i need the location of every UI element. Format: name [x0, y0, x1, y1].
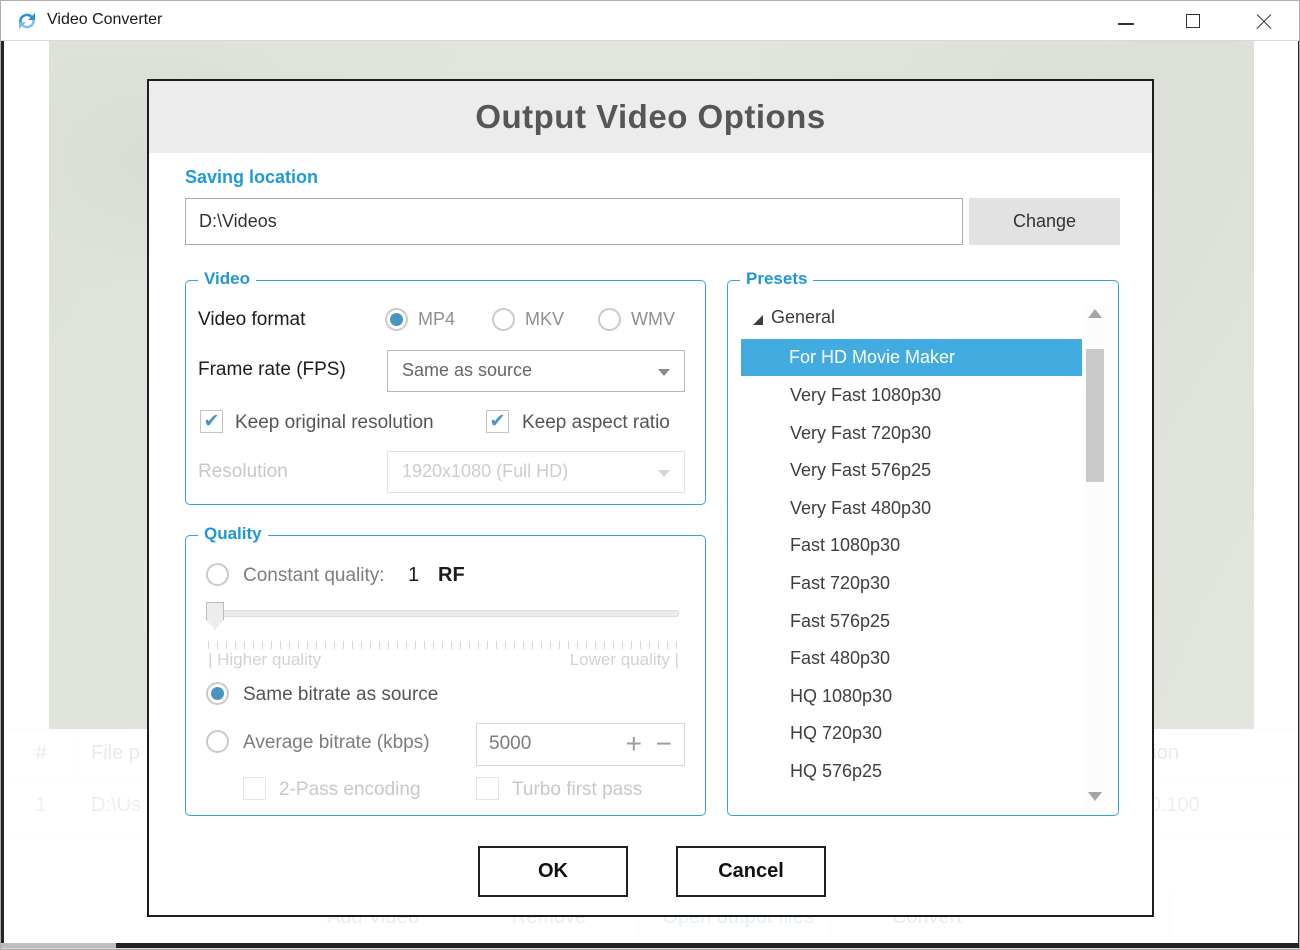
tree-expand-icon[interactable]: [753, 315, 763, 325]
presets-section-legend: Presets: [740, 269, 813, 289]
app-window: Video Converter # File p ration 1 D:\Us …: [0, 0, 1300, 950]
preset-list: Very Fast 1080p30 Very Fast 720p30 Very …: [728, 377, 1088, 791]
same-bitrate-radio[interactable]: [206, 682, 229, 705]
same-bitrate-label: Same bitrate as source: [243, 684, 438, 706]
plus-icon[interactable]: +: [626, 723, 642, 765]
resolution-select: 1920x1080 (Full HD): [387, 451, 685, 493]
quality-slider-track[interactable]: [208, 610, 679, 617]
output-video-options-dialog: Output Video Options Saving location Cha…: [147, 79, 1154, 917]
maximize-icon: [1186, 14, 1200, 28]
app-icon: [15, 9, 39, 33]
scroll-down-icon[interactable]: [1088, 792, 1102, 801]
frame-rate-label: Frame rate (FPS): [198, 359, 346, 381]
chevron-down-icon: [658, 369, 670, 376]
bitrate-value: 5000: [489, 733, 531, 755]
preset-item[interactable]: Very Fast 720p30: [728, 415, 1088, 453]
average-bitrate-input[interactable]: 5000 + −: [476, 723, 685, 766]
keep-resolution-label: Keep original resolution: [235, 412, 434, 434]
radio-icon: [385, 308, 408, 331]
preset-item[interactable]: Fast 576p25: [728, 603, 1088, 641]
video-format-label: Video format: [198, 309, 305, 331]
frame-rate-select[interactable]: Same as source: [387, 350, 685, 392]
title-bar: Video Converter: [1, 1, 1300, 41]
preset-item[interactable]: HQ 720p30: [728, 715, 1088, 753]
format-radio-wmv[interactable]: WMV: [598, 308, 675, 331]
keep-aspect-checkbox[interactable]: ✔: [486, 410, 509, 433]
close-button[interactable]: [1241, 1, 1287, 40]
preset-item-selected[interactable]: For HD Movie Maker: [741, 339, 1082, 376]
turbo-first-pass-checkbox: [476, 777, 499, 800]
constant-quality-label: Constant quality:: [243, 565, 385, 587]
preset-item[interactable]: Fast 480p30: [728, 640, 1088, 678]
dialog-title: Output Video Options: [149, 81, 1152, 153]
saving-location-input[interactable]: [185, 198, 963, 245]
radio-icon: [492, 308, 515, 331]
presets-scrollbar[interactable]: [1085, 305, 1105, 805]
two-pass-label: 2-Pass encoding: [279, 779, 421, 801]
preset-item[interactable]: HQ 576p25: [728, 753, 1088, 791]
format-radio-mp4[interactable]: MP4: [385, 308, 455, 331]
presets-section: Presets General For HD Movie Maker Very …: [727, 280, 1119, 816]
change-location-button[interactable]: Change: [969, 198, 1120, 245]
preset-item[interactable]: Very Fast 576p25: [728, 452, 1088, 490]
minimize-button[interactable]: [1103, 1, 1149, 40]
minus-icon[interactable]: −: [656, 723, 672, 765]
ok-button[interactable]: OK: [478, 846, 628, 897]
maximize-button[interactable]: [1171, 1, 1217, 40]
two-pass-checkbox: [243, 777, 266, 800]
resolution-label: Resolution: [198, 461, 288, 483]
scrollbar-thumb[interactable]: [1086, 349, 1104, 482]
quality-slider-thumb[interactable]: [206, 602, 224, 630]
turbo-first-pass-label: Turbo first pass: [512, 779, 642, 801]
constant-quality-radio[interactable]: [206, 563, 229, 586]
chevron-down-icon: [658, 470, 670, 477]
radio-icon: [598, 308, 621, 331]
quality-section-legend: Quality: [198, 524, 268, 544]
slider-tick-marks: [208, 641, 679, 649]
preset-group-general[interactable]: General: [771, 307, 835, 328]
preset-item[interactable]: HQ 1080p30: [728, 678, 1088, 716]
video-section: Video Video format MP4 MKV WMV Frame rat…: [185, 280, 706, 505]
preset-item[interactable]: Fast 720p30: [728, 565, 1088, 603]
saving-location-label: Saving location: [185, 167, 318, 188]
window-title: Video Converter: [47, 11, 162, 29]
preset-item[interactable]: Very Fast 1080p30: [728, 377, 1088, 415]
constant-quality-value: 1: [408, 564, 419, 587]
keep-resolution-checkbox[interactable]: ✔: [200, 410, 223, 433]
constant-quality-unit: RF: [438, 564, 465, 587]
dialog-header: Output Video Options: [149, 81, 1152, 153]
higher-quality-label: | Higher quality: [208, 650, 321, 670]
average-bitrate-radio[interactable]: [206, 730, 229, 753]
lower-quality-label: Lower quality |: [570, 650, 679, 670]
average-bitrate-label: Average bitrate (kbps): [243, 732, 430, 754]
cancel-button[interactable]: Cancel: [676, 846, 826, 897]
minimize-icon: [1118, 23, 1134, 25]
scroll-up-icon[interactable]: [1088, 309, 1102, 318]
quality-section: Quality Constant quality: 1 RF | Higher …: [185, 535, 706, 816]
format-radio-mkv[interactable]: MKV: [492, 308, 564, 331]
preset-item[interactable]: Fast 1080p30: [728, 527, 1088, 565]
video-section-legend: Video: [198, 269, 256, 289]
preset-item[interactable]: Very Fast 480p30: [728, 490, 1088, 528]
keep-aspect-label: Keep aspect ratio: [522, 412, 670, 434]
